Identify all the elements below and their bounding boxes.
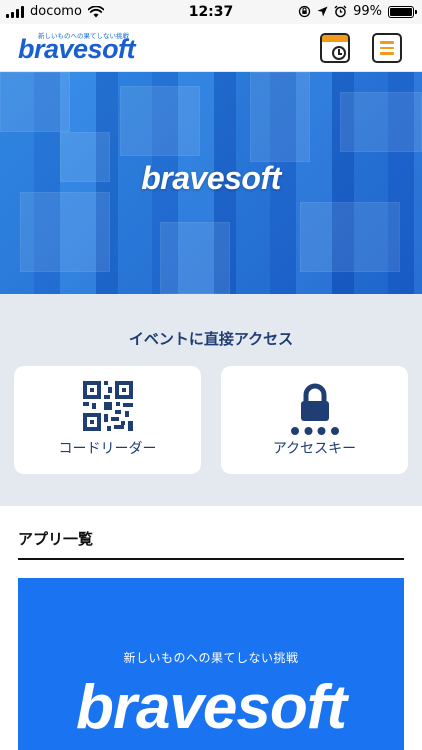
battery-fill [390, 7, 412, 16]
lock-keypad-icon [291, 383, 339, 435]
status-bar: docomo 12:37 99% [0, 0, 422, 24]
alarm-clock-icon [334, 5, 347, 18]
battery-percent: 99% [353, 4, 382, 19]
access-key-button[interactable]: アクセスキー [221, 366, 408, 474]
hamburger-menu-icon[interactable] [372, 33, 402, 63]
code-reader-label: コードリーダー [58, 441, 157, 457]
status-right: 99% [298, 4, 417, 19]
hero-logo: bravesoft [141, 160, 281, 196]
nav-bar: 新しいものへの果てしない挑戦 bravesoft [0, 24, 422, 72]
logo-tagline: 新しいものへの果てしない挑戦 [38, 32, 129, 40]
rotation-lock-icon [298, 5, 311, 18]
clock-icon [332, 46, 346, 60]
access-key-label: アクセスキー [272, 441, 357, 457]
app-banner-bravesoft[interactable]: 新しいものへの果てしない挑戦 bravesoft [18, 578, 404, 750]
code-reader-button[interactable]: コードリーダー [14, 366, 201, 474]
event-access-title: イベントに直接アクセス [128, 330, 294, 348]
app-list-section: アプリ一覧 新しいものへの果てしない挑戦 bravesoft [0, 506, 422, 750]
banner-logo: bravesoft [75, 673, 347, 742]
battery-icon [388, 5, 417, 18]
calendar-header [322, 35, 348, 42]
banner-tagline: 新しいものへの果てしない挑戦 [123, 651, 299, 665]
app-list-title: アプリ一覧 [18, 530, 94, 548]
brand-logo[interactable]: 新しいものへの果てしない挑戦 bravesoft [18, 30, 136, 68]
app-list-divider [18, 558, 404, 560]
hero-banner: bravesoft [0, 72, 422, 294]
event-access-section: イベントに直接アクセス コードリーダー アクセスキー [0, 294, 422, 506]
qr-code-icon [83, 381, 133, 431]
calendar-clock-icon[interactable] [320, 33, 350, 63]
location-arrow-icon [317, 6, 328, 17]
